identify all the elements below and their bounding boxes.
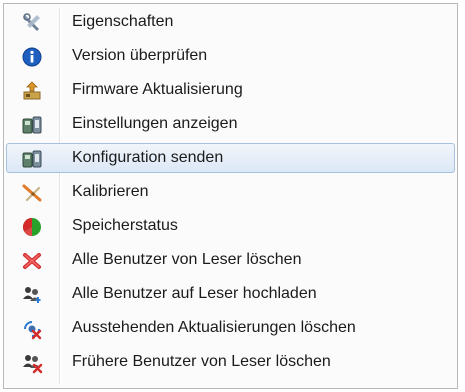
menu-item-label: Version überprüfen bbox=[72, 47, 208, 64]
context-menu: Eigenschaften Version überprüfen Firmwar… bbox=[3, 3, 458, 389]
menu-item-label: Alle Benutzer auf Leser hochladen bbox=[72, 285, 317, 302]
menu-item-label: Konfiguration senden bbox=[72, 149, 224, 166]
menu-item-alle-benutzer-hochladen[interactable]: Alle Benutzer auf Leser hochladen bbox=[6, 279, 455, 309]
menu-item-label: Speicherstatus bbox=[72, 217, 178, 234]
menu-item-konfiguration-senden[interactable]: Konfiguration senden bbox=[6, 143, 455, 173]
menu-item-label: Eigenschaften bbox=[72, 13, 174, 30]
menu-item-alle-benutzer-loeschen[interactable]: Alle Benutzer von Leser löschen bbox=[6, 245, 455, 275]
menu-item-kalibrieren[interactable]: Kalibrieren bbox=[6, 177, 455, 207]
menu-item-label: Firmware Aktualisierung bbox=[72, 81, 243, 98]
menu-item-fruehere-benutzer-loeschen[interactable]: Frühere Benutzer von Leser löschen bbox=[6, 347, 455, 377]
menu-item-eigenschaften[interactable]: Eigenschaften bbox=[6, 7, 455, 37]
send-configuration-icon bbox=[21, 148, 43, 170]
memory-status-pie-icon bbox=[21, 216, 43, 238]
calibrate-icon bbox=[21, 182, 43, 204]
delete-users-x-icon bbox=[21, 250, 43, 272]
menu-item-einstellungen-anzeigen[interactable]: Einstellungen anzeigen bbox=[6, 109, 455, 139]
menu-item-label: Frühere Benutzer von Leser löschen bbox=[72, 353, 331, 370]
properties-wrench-icon bbox=[21, 12, 43, 34]
menu-item-version-pruefen[interactable]: Version überprüfen bbox=[6, 41, 455, 71]
menu-item-firmware-aktualisierung[interactable]: Firmware Aktualisierung bbox=[6, 75, 455, 105]
info-icon bbox=[21, 46, 43, 68]
firmware-update-icon bbox=[21, 80, 43, 102]
menu-item-label: Kalibrieren bbox=[72, 183, 149, 200]
menu-item-ausstehende-aktualisierungen-loeschen[interactable]: Ausstehenden Aktualisierungen löschen bbox=[6, 313, 455, 343]
reader-settings-icon bbox=[21, 114, 43, 136]
upload-users-icon bbox=[21, 284, 43, 306]
menu-item-label: Einstellungen anzeigen bbox=[72, 115, 238, 132]
menu-item-label: Ausstehenden Aktualisierungen löschen bbox=[72, 319, 356, 336]
menu-item-speicherstatus[interactable]: Speicherstatus bbox=[6, 211, 455, 241]
menu-item-label: Alle Benutzer von Leser löschen bbox=[72, 251, 302, 268]
clear-pending-updates-icon bbox=[21, 318, 43, 340]
delete-former-users-icon bbox=[21, 352, 43, 374]
